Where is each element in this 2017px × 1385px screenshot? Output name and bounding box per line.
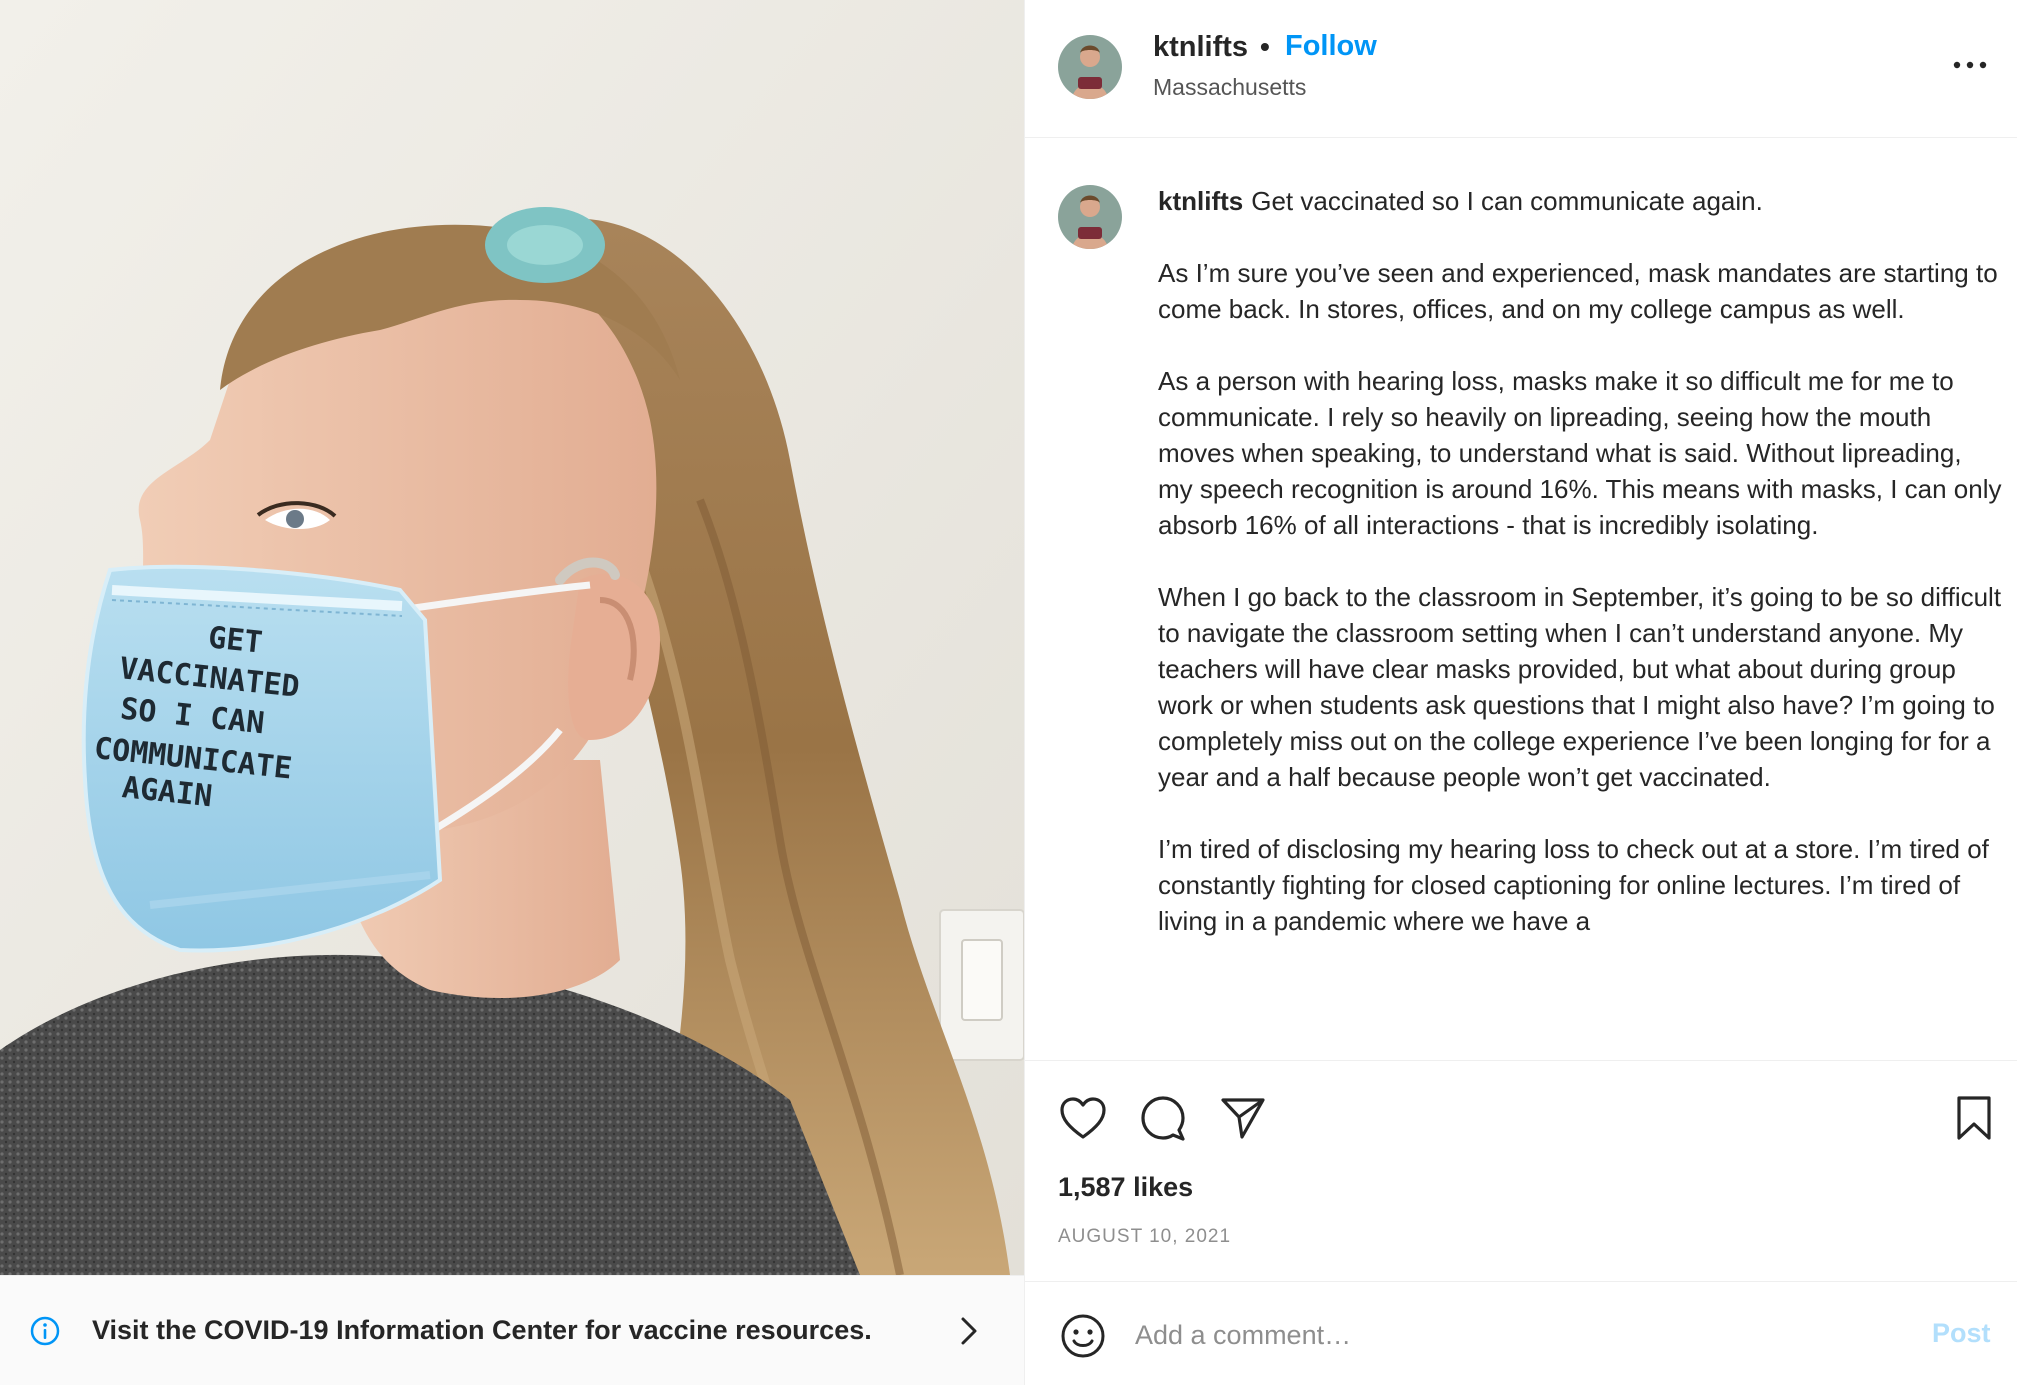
- covid-banner-text: Visit the COVID-19 Information Center fo…: [92, 1315, 872, 1345]
- caption-username[interactable]: ktnlifts: [1158, 186, 1243, 216]
- heart-icon[interactable]: [1058, 1093, 1108, 1143]
- chevron-right-icon[interactable]: [954, 1311, 984, 1351]
- follow-button[interactable]: Follow: [1285, 30, 1377, 63]
- post-side-panel: ktnlifts • Follow Massachusetts ktnlifts…: [1024, 0, 2017, 1385]
- post-date[interactable]: AUGUST 10, 2021: [1058, 1226, 1231, 1248]
- covid-info-banner[interactable]: Visit the COVID-19 Information Center fo…: [0, 1275, 1024, 1385]
- comment-bar: Post: [1025, 1281, 2017, 1385]
- caption-first-line: Get vaccinated so I can communicate agai…: [1251, 186, 1763, 216]
- bookmark-icon[interactable]: [1949, 1093, 1999, 1143]
- caption-area: ktnlifts Get vaccinated so I can communic…: [1025, 139, 2017, 1061]
- comment-input[interactable]: [1135, 1308, 1835, 1362]
- more-options-icon[interactable]: [1950, 50, 1990, 80]
- caption-paragraph: As a person with hearing loss, masks mak…: [1158, 366, 2002, 540]
- caption-paragraph: As I’m sure you’ve seen and experienced,…: [1158, 258, 1998, 324]
- post-actions: [1025, 1061, 2017, 1161]
- post-header: ktnlifts • Follow Massachusetts: [1025, 0, 2017, 138]
- share-icon[interactable]: [1218, 1093, 1268, 1143]
- likes-count[interactable]: 1,587 likes: [1058, 1172, 1193, 1203]
- post-photo[interactable]: GET VACCINATED SO I CAN COMMUNICATE AGAI…: [0, 0, 1024, 1275]
- caption-paragraph: I’m tired of disclosing my hearing loss …: [1158, 834, 1989, 936]
- header-separator: •: [1260, 31, 1270, 62]
- header-location[interactable]: Massachusetts: [1153, 74, 1306, 101]
- mask-text-line-1: GET: [207, 620, 265, 660]
- post-comment-button[interactable]: Post: [1932, 1318, 1991, 1349]
- caption-text: ktnlifts Get vaccinated so I can communic…: [1158, 183, 2003, 975]
- info-icon: [28, 1314, 62, 1348]
- caption-paragraph: When I go back to the classroom in Septe…: [1158, 582, 2002, 792]
- comment-icon[interactable]: [1138, 1093, 1188, 1143]
- avatar[interactable]: [1058, 35, 1122, 99]
- emoji-icon[interactable]: [1058, 1311, 1108, 1361]
- header-username[interactable]: ktnlifts: [1153, 31, 1248, 64]
- photo-illustration: GET VACCINATED SO I CAN COMMUNICATE AGAI…: [0, 0, 1024, 1275]
- caption-avatar[interactable]: [1058, 185, 1122, 249]
